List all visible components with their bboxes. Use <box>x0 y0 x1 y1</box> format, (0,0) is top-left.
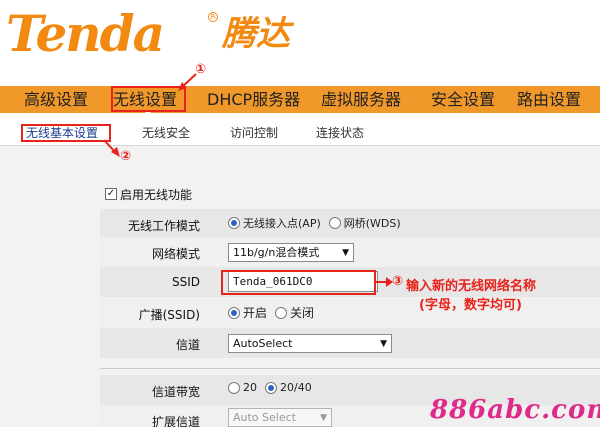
annotation-step-2: ② <box>120 149 132 164</box>
ext-channel-value: Auto Select <box>233 411 296 424</box>
annotation-box-basic-subtab <box>21 124 111 142</box>
brand-logo-chinese: 腾达 <box>222 14 290 54</box>
broadcast-off-radio[interactable] <box>275 306 288 319</box>
section-divider <box>100 368 600 369</box>
channel-select[interactable]: AutoSelect ▼ <box>228 334 392 353</box>
channel-field: AutoSelect ▼ <box>228 334 392 353</box>
ext-channel-label: 扩展信道 <box>151 415 200 427</box>
work-mode-field: 无线接入点(AP) 网桥(WDS) <box>228 215 409 231</box>
annotation-step-1: ① <box>195 62 207 77</box>
ssid-label: SSID <box>171 275 200 289</box>
mode-wds-radio[interactable] <box>328 217 341 229</box>
watermark: 886abc.com <box>430 395 600 425</box>
broadcast-on-label: 开启 <box>243 306 268 320</box>
ext-channel-select[interactable]: Auto Select ▼ <box>228 408 332 427</box>
network-mode-value: 11b/g/n混合模式 <box>233 246 320 259</box>
broadcast-row: 广播(SSID) 开启 关闭 <box>100 298 600 328</box>
enable-wireless-checkbox[interactable]: ✓ <box>105 188 117 200</box>
nav-security-settings[interactable]: 安全设置 <box>431 86 495 113</box>
broadcast-off-label: 关闭 <box>290 306 315 320</box>
main-nav: 高级设置 无线设置 DHCP服务器 虚拟服务器 安全设置 路由设置 <box>0 86 600 113</box>
bandwidth-20-radio[interactable] <box>228 381 240 394</box>
chevron-down-icon: ▼ <box>342 248 349 258</box>
broadcast-field: 开启 关闭 <box>228 304 322 321</box>
subtab-connection-status[interactable]: 连接状态 <box>316 124 364 141</box>
network-mode-row: 网络模式 11b/g/n混合模式 ▼ <box>100 237 600 267</box>
bandwidth-20-label: 20 <box>243 381 257 394</box>
bandwidth-20-40-label: 20/40 <box>280 381 312 394</box>
channel-row: 信道 AutoSelect ▼ <box>100 328 600 358</box>
bandwidth-field: 20 20/40 <box>228 381 320 394</box>
chevron-down-icon: ▼ <box>380 339 387 349</box>
broadcast-label: 广播(SSID) <box>138 308 200 322</box>
annotation-box-wireless-tab <box>111 86 186 112</box>
registered-mark-icon: R <box>208 12 218 22</box>
bandwidth-20-40-radio[interactable] <box>265 381 277 394</box>
subtab-access-control[interactable]: 访问控制 <box>230 124 278 141</box>
network-mode-label: 网络模式 <box>151 247 200 261</box>
work-mode-label: 无线工作模式 <box>127 219 200 233</box>
channel-label: 信道 <box>175 338 200 352</box>
mode-ap-label: 无线接入点(AP) <box>243 217 321 230</box>
annotation-ssid-hint-sub: (字母，数字均可) <box>419 298 522 313</box>
mode-wds-label: 网桥(WDS) <box>343 217 401 230</box>
nav-virtual-server[interactable]: 虚拟服务器 <box>321 86 401 113</box>
bandwidth-label: 信道带宽 <box>151 385 200 399</box>
work-mode-row: 无线工作模式 无线接入点(AP) 网桥(WDS) <box>100 209 600 239</box>
channel-value: AutoSelect <box>233 337 293 350</box>
enable-wireless-row: ✓ 启用无线功能 <box>105 186 192 202</box>
ext-channel-field: Auto Select ▼ <box>228 408 332 427</box>
nav-advanced-settings[interactable]: 高级设置 <box>24 86 88 113</box>
annotation-ssid-hint: 输入新的无线网络名称 <box>406 279 537 294</box>
network-mode-select[interactable]: 11b/g/n混合模式 ▼ <box>228 243 354 262</box>
broadcast-on-radio[interactable] <box>228 306 240 319</box>
nav-dhcp-server[interactable]: DHCP服务器 <box>207 86 300 113</box>
mode-ap-radio[interactable] <box>228 217 240 229</box>
annotation-box-ssid <box>221 270 376 295</box>
annotation-step-3: ③ <box>392 274 404 289</box>
network-mode-field: 11b/g/n混合模式 ▼ <box>228 243 354 262</box>
chevron-down-icon: ▼ <box>320 413 327 423</box>
brand-logo: Tenda <box>6 4 165 63</box>
nav-routing-settings[interactable]: 路由设置 <box>517 86 581 113</box>
header: Tenda R 腾达 <box>0 0 600 86</box>
subtab-wireless-security[interactable]: 无线安全 <box>142 124 190 141</box>
enable-wireless-label: 启用无线功能 <box>120 187 193 202</box>
